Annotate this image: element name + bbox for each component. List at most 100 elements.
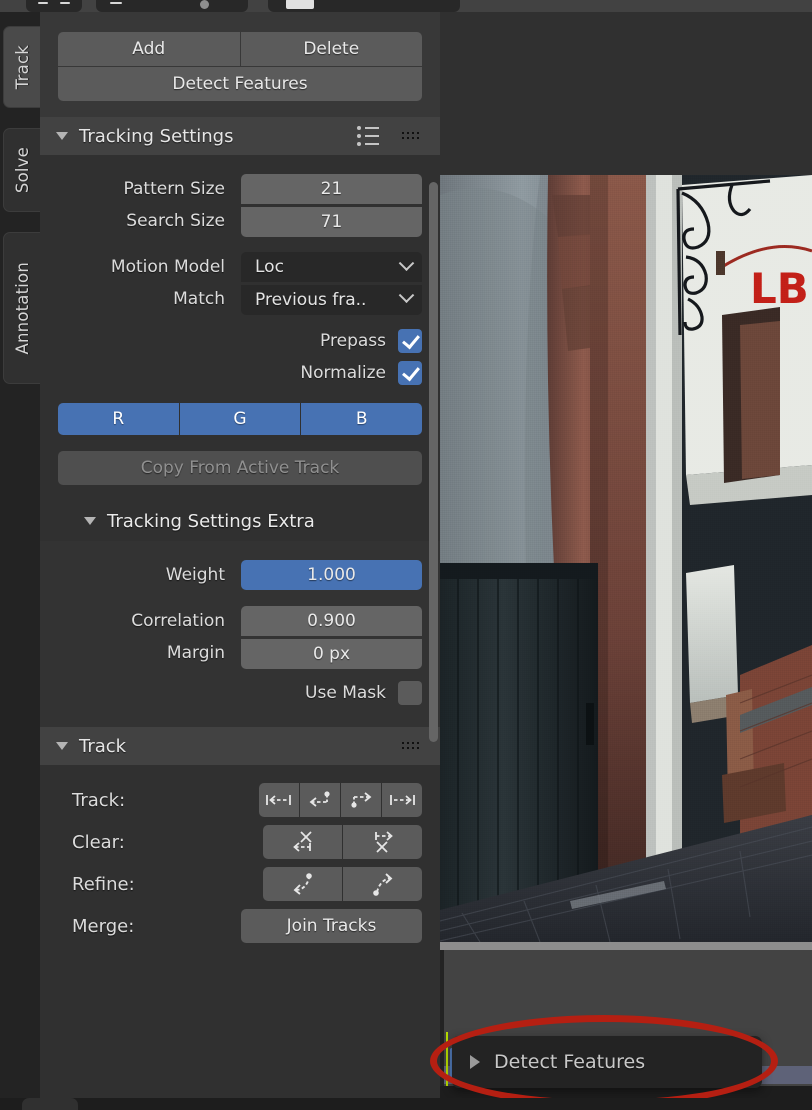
correlation-row: Correlation 0.900 — [58, 605, 422, 637]
operator-redo-label: Detect Features — [494, 1051, 646, 1073]
prepass-row: Prepass — [58, 325, 422, 357]
weight-slider[interactable]: 1.000 — [241, 560, 422, 590]
track-forwards-icon[interactable] — [341, 783, 381, 817]
prepass-label: Prepass — [320, 331, 386, 351]
tracking-settings-body: Pattern Size 21 Search Size 71 Motion Mo… — [40, 155, 440, 541]
refine-forwards-icon[interactable] — [343, 867, 422, 901]
sidebar-item-track-label: Track — [12, 44, 32, 90]
correlation-label: Correlation — [131, 611, 225, 631]
track-panel-body: Track: Clear: Refine: Merge: Join Tracks — [40, 765, 440, 947]
motion-model-label: Motion Model — [110, 257, 225, 277]
tracking-settings-extra-body: Weight 1.000 Correlation 0.900 Margin 0 … — [40, 541, 440, 727]
pattern-size-field[interactable]: 21 — [241, 174, 422, 204]
add-button[interactable]: Add — [58, 32, 240, 66]
refine-row: Refine: — [72, 863, 422, 905]
clip-film-grain — [440, 175, 812, 942]
match-label: Match — [173, 289, 225, 309]
expand-triangle-icon[interactable] — [84, 517, 96, 525]
blender-movie-clip-editor: Track Solve Annotation Add Delete Detect… — [0, 0, 812, 1110]
sidebar-item-solve[interactable]: Solve — [3, 128, 40, 212]
motion-model-row: Motion Model Loc — [58, 251, 422, 283]
status-bar — [0, 1098, 812, 1110]
clip-view-area: LB — [440, 12, 812, 1110]
sidebar-item-solve-label: Solve — [12, 146, 32, 194]
track-to-start-icon[interactable] — [259, 783, 299, 817]
detect-features-button[interactable]: Detect Features — [58, 67, 422, 101]
track-row-label: Track: — [72, 789, 126, 811]
margin-label: Margin — [166, 643, 225, 663]
sidebar-item-annotation[interactable]: Annotation — [3, 232, 40, 384]
chevron-down-icon — [398, 254, 415, 271]
channel-toggle-group: R G B — [58, 403, 422, 435]
track-panel-title: Track — [79, 735, 127, 757]
correlation-field[interactable]: 0.900 — [241, 606, 422, 636]
channel-b-toggle[interactable]: B — [301, 403, 422, 435]
clear-buttons-group — [263, 825, 422, 859]
weight-row: Weight 1.000 — [58, 559, 422, 591]
copy-from-active-track-button[interactable]: Copy From Active Track — [58, 451, 422, 485]
clip-image[interactable]: LB — [440, 175, 812, 942]
track-to-end-icon[interactable] — [382, 783, 422, 817]
clear-after-icon[interactable] — [343, 825, 422, 859]
grip-dots-icon[interactable] — [400, 128, 422, 144]
clear-before-icon[interactable] — [263, 825, 342, 859]
pattern-size-label: Pattern Size — [123, 179, 225, 199]
motion-model-dropdown[interactable]: Loc — [241, 252, 422, 282]
expand-triangle-icon[interactable] — [56, 742, 68, 750]
margin-field[interactable]: 0 px — [241, 638, 422, 669]
match-row: Match Previous fra.. — [58, 283, 422, 315]
preset-list-icon[interactable] — [356, 125, 382, 147]
clip-display-button[interactable] — [268, 0, 460, 12]
normalize-label: Normalize — [300, 363, 386, 383]
track-backwards-icon[interactable] — [300, 783, 340, 817]
weight-label: Weight — [165, 565, 225, 585]
search-size-label: Search Size — [126, 211, 225, 231]
chevron-down-icon — [398, 287, 415, 304]
status-bar-tab[interactable] — [22, 1098, 78, 1110]
sidebar-item-track[interactable]: Track — [3, 26, 40, 108]
sidebar-tab-strip: Track Solve Annotation — [0, 12, 40, 1110]
merge-row: Merge: Join Tracks — [72, 905, 422, 947]
timeline-start-marker — [446, 1032, 448, 1088]
pattern-size-row: Pattern Size 21 — [58, 173, 422, 205]
grip-dots-icon[interactable] — [400, 738, 422, 754]
clear-row: Clear: — [72, 821, 422, 863]
prepass-checkbox[interactable] — [398, 329, 422, 353]
channel-r-toggle[interactable]: R — [58, 403, 179, 435]
triangle-right-icon[interactable] — [470, 1055, 480, 1069]
marker-actions-block: Add Delete Detect Features — [40, 12, 440, 117]
margin-row: Margin 0 px — [58, 637, 422, 669]
track-panel-header[interactable]: Track — [40, 727, 440, 765]
track-row: Track: — [72, 779, 422, 821]
motion-model-value: Loc — [255, 257, 284, 277]
editor-type-button[interactable] — [26, 0, 82, 12]
refine-row-label: Refine: — [72, 873, 135, 895]
sidebar-item-annotation-label: Annotation — [12, 261, 32, 355]
marker-actions-group: Add Delete Detect Features — [58, 32, 422, 101]
merge-row-label: Merge: — [72, 915, 135, 937]
use-mask-checkbox[interactable] — [398, 681, 422, 705]
operator-redo-panel[interactable]: Detect Features — [452, 1036, 762, 1088]
tracking-settings-extra-title: Tracking Settings Extra — [107, 510, 315, 532]
normalize-checkbox[interactable] — [398, 361, 422, 385]
delete-button[interactable]: Delete — [240, 32, 422, 66]
refine-backwards-icon[interactable] — [263, 867, 342, 901]
track-properties-panel: Add Delete Detect Features Tracking Sett… — [40, 12, 440, 1110]
search-size-field[interactable]: 71 — [241, 206, 422, 237]
panel-scrollbar[interactable] — [429, 182, 438, 742]
track-buttons-group — [259, 783, 422, 817]
tracking-settings-panel-header[interactable]: Tracking Settings — [40, 117, 440, 155]
match-value: Previous fra.. — [255, 289, 367, 310]
normalize-row: Normalize — [58, 357, 422, 389]
join-tracks-button[interactable]: Join Tracks — [241, 909, 422, 943]
clip-datablock-button[interactable] — [96, 0, 248, 12]
channel-g-toggle[interactable]: G — [179, 403, 301, 435]
match-dropdown[interactable]: Previous fra.. — [241, 284, 422, 315]
use-mask-row: Use Mask — [58, 677, 422, 709]
refine-buttons-group — [263, 867, 422, 901]
clear-row-label: Clear: — [72, 831, 125, 853]
search-size-row: Search Size 71 — [58, 205, 422, 237]
tracking-settings-title: Tracking Settings — [79, 125, 234, 147]
expand-triangle-icon[interactable] — [56, 132, 68, 140]
tracking-settings-extra-header[interactable]: Tracking Settings Extra — [40, 501, 440, 541]
